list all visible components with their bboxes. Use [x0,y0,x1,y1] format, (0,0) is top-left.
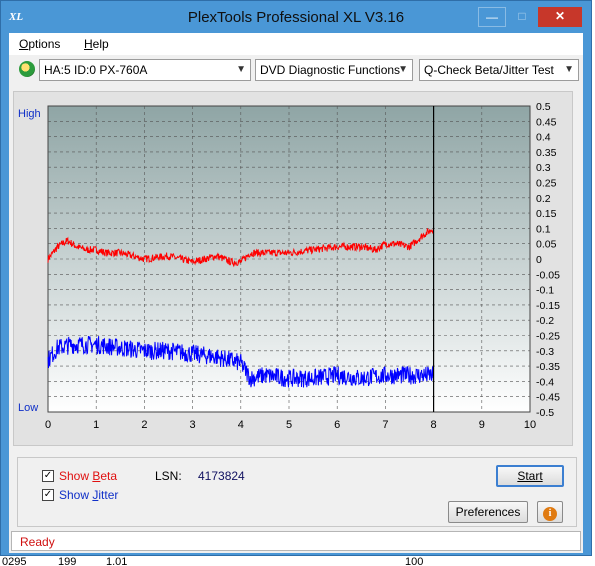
x-tick-label: 2 [141,419,147,431]
show-beta-checkbox[interactable]: ✓ [42,470,54,482]
x-tick-label: 4 [238,419,244,431]
y-label-high: High [18,108,41,120]
menu-bar: Options Help [9,33,583,55]
x-tick-label: 5 [286,419,292,431]
lsn-value: 4173824 [198,469,245,483]
title-bar[interactable]: XL PlexTools Professional XL V3.16 — □ ✕ [1,1,591,33]
info-icon: i [543,507,557,521]
controls-panel: ✓ Show Beta ✓ Show Jitter LSN: 4173824 S… [17,457,577,527]
y-tick-label: 0.4 [536,132,551,144]
y-tick-label: -0.15 [536,300,560,312]
chevron-down-icon: ▼ [398,64,408,75]
x-tick-label: 0 [45,419,51,431]
y-tick-label: -0.25 [536,331,560,343]
x-tick-label: 10 [524,419,536,431]
y-tick-label: 0 [536,254,542,266]
y-tick-label: 0.35 [536,147,557,159]
x-tick-label: 1 [93,419,99,431]
menu-options-rest: ptions [28,37,61,51]
y-tick-label: 0.1 [536,223,551,235]
background-cell-4: 100 [405,556,424,566]
minimize-button[interactable]: — [478,7,506,27]
close-button[interactable]: ✕ [538,7,582,27]
y-tick-label: 0.45 [536,116,557,128]
status-bar: Ready [11,531,581,551]
y-tick-label: -0.5 [536,407,554,419]
y-tick-label: -0.2 [536,315,554,327]
function-select-value: DVD Diagnostic Functions [260,63,401,77]
show-beta-label[interactable]: Show Beta [59,469,117,483]
y-tick-label: -0.05 [536,269,560,281]
x-tick-label: 7 [382,419,388,431]
chevron-down-icon: ▼ [564,64,574,75]
drive-select-value: HA:5 ID:0 PX-760A [44,63,148,77]
y-tick-label: 0.25 [536,178,557,190]
y-tick-label: -0.3 [536,346,554,358]
background-cell-2: 199 [58,556,77,566]
test-select[interactable]: Q-Check Beta/Jitter Test ▼ [419,59,579,81]
disc-drive-icon [19,61,35,77]
show-beta-accel: B [92,469,101,483]
menu-help-rest: elp [92,37,109,51]
x-tick-label: 3 [190,419,196,431]
background-cell-1: 0295 [2,556,27,566]
preferences-button-label: Preferences [455,505,521,519]
maximize-button[interactable]: □ [508,7,536,27]
start-button[interactable]: Start [496,465,564,487]
lsn-label: LSN: [155,469,182,483]
toolbar: HA:5 ID:0 PX-760A ▼ DVD Diagnostic Funct… [9,55,583,83]
show-jitter-label[interactable]: Show Jitter [59,488,118,502]
y-tick-label: 0.2 [536,193,551,205]
status-text: Ready [20,535,55,549]
app-window: XL PlexTools Professional XL V3.16 — □ ✕… [0,0,592,556]
menu-options-accel: O [19,37,29,51]
x-tick-label: 6 [334,419,340,431]
x-tick-label: 8 [431,419,437,431]
show-jitter-checkbox[interactable]: ✓ [42,489,54,501]
chart-panel: 0 1 2 3 4 5 6 7 8 9 10 0.5 0.45 0.4 0.35 0.3 0.25 0.2 0.15… [13,91,573,446]
y-tick-label: -0.1 [536,285,554,297]
y-tick-label: 0.5 [536,101,551,113]
menu-options[interactable]: Options [19,37,60,51]
y-tick-label: 0.05 [536,239,557,251]
y-tick-label: 0.15 [536,208,557,220]
info-button[interactable]: i [537,501,563,523]
y-label-low: Low [18,402,38,414]
x-tick-label: 9 [479,419,485,431]
y-tick-label: 0.3 [536,162,551,174]
show-jitter-accel: J [92,488,99,502]
menu-help-accel: H [84,37,93,51]
y-tick-label: -0.35 [536,361,560,373]
drive-select[interactable]: HA:5 ID:0 PX-760A ▼ [39,59,251,81]
y-tick-label: -0.45 [536,392,560,404]
background-cell-3: 1.01 [106,556,128,566]
start-button-label: Start [517,469,543,483]
client-area: Options Help HA:5 ID:0 PX-760A ▼ DVD Dia… [9,33,583,553]
chevron-down-icon: ▼ [236,64,246,75]
test-select-value: Q-Check Beta/Jitter Test [424,63,554,77]
y-tick-label: -0.4 [536,376,554,388]
beta-jitter-chart: 0 1 2 3 4 5 6 7 8 9 10 0.5 0.45 0.4 0.35 0.3 0.25 0.2 0.15… [18,101,560,431]
preferences-button[interactable]: Preferences [448,501,528,523]
function-select[interactable]: DVD Diagnostic Functions ▼ [255,59,413,81]
menu-help[interactable]: Help [84,37,109,51]
